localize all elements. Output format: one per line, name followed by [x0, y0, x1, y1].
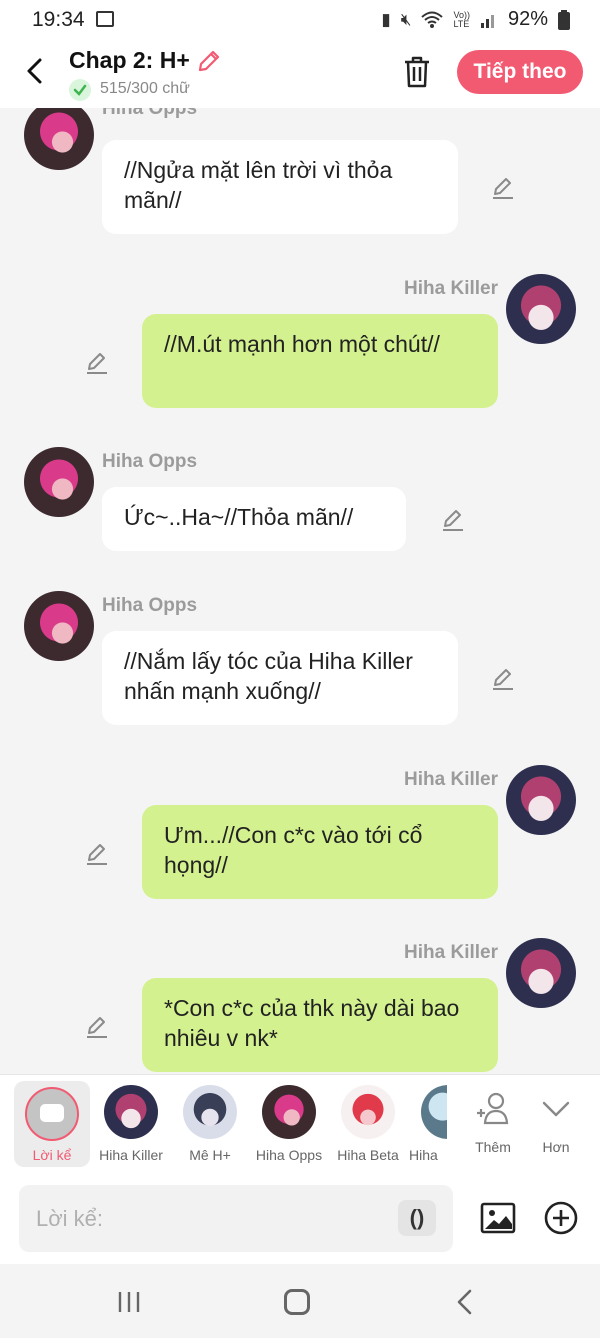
status-icons: ▮ 🔇︎ Vo)) LTE 92%: [381, 8, 570, 31]
edit-pencil-icon[interactable]: [440, 507, 466, 533]
image-icon[interactable]: [480, 1200, 516, 1236]
avatar-hiha-killer[interactable]: [506, 274, 576, 344]
composer: (): [0, 1176, 600, 1264]
gallery-icon: [96, 11, 114, 27]
character-avatar: [183, 1085, 237, 1139]
character-hiha-opps[interactable]: Hiha Opps: [249, 1083, 329, 1163]
character-bar: Lời kể Hiha Killer Mê H+ Hiha Opps Hiha …: [0, 1074, 600, 1176]
message-bubble[interactable]: //Nắm lấy tóc của Hiha Killer nhấn mạnh …: [102, 631, 458, 725]
character-avatar: [104, 1085, 158, 1139]
narration-input[interactable]: [19, 1185, 453, 1252]
sim-icon: ▮: [381, 9, 391, 29]
sender-name: Hiha Opps: [102, 595, 198, 616]
sender-name: Hiha Killer: [404, 278, 498, 299]
more-label: Hơn: [542, 1139, 570, 1155]
battery-icon: [558, 9, 570, 30]
status-time: 19:34: [32, 8, 85, 31]
nav-back-icon[interactable]: [455, 1288, 475, 1316]
recent-apps-icon[interactable]: [117, 1290, 141, 1314]
trash-icon[interactable]: [401, 55, 433, 89]
character-me-h[interactable]: Mê H+: [170, 1083, 250, 1163]
chapter-title: Chap 2: H+: [69, 47, 190, 73]
avatar-hiha-killer[interactable]: [506, 765, 576, 835]
character-hiha-beta[interactable]: Hiha Beta: [328, 1083, 408, 1163]
sender-name: Hiha Killer: [404, 942, 498, 963]
status-bar: 19:34 ▮ 🔇︎ Vo)) LTE 92%: [0, 0, 600, 40]
character-narrator[interactable]: Lời kể: [12, 1083, 92, 1163]
message-bubble[interactable]: //Ngửa mặt lên trời vì thỏa mãn//: [102, 140, 458, 234]
message-bubble[interactable]: //M.út mạnh hơn một chút//: [142, 314, 498, 408]
edit-pencil-icon[interactable]: [490, 666, 516, 692]
character-hiha[interactable]: Hiha: [407, 1083, 447, 1163]
volte-label: Vo)) LTE: [453, 9, 470, 29]
avatar-hiha-opps[interactable]: [24, 591, 94, 661]
sender-name: Hiha Opps: [102, 108, 198, 119]
narrator-icon: [25, 1087, 79, 1141]
character-label: Hiha Beta: [337, 1147, 399, 1163]
edit-pencil-icon[interactable]: [84, 1014, 110, 1040]
system-nav-bar: [0, 1264, 600, 1338]
word-count: 515/300 chữ: [100, 80, 190, 97]
paren-button[interactable]: (): [398, 1200, 436, 1236]
character-label: Hiha Opps: [255, 1147, 323, 1163]
edit-pencil-icon[interactable]: [490, 175, 516, 201]
message-bubble[interactable]: Ức~..Ha~//Thỏa mãn//: [102, 487, 406, 551]
edit-pencil-icon[interactable]: [84, 350, 110, 376]
wifi-icon: [421, 11, 444, 28]
more-button[interactable]: Hơn: [516, 1083, 596, 1155]
plus-circle-icon[interactable]: [543, 1200, 579, 1236]
character-avatar: [262, 1085, 316, 1139]
pencil-icon[interactable]: [196, 48, 222, 74]
avatar-hiha-opps[interactable]: [24, 108, 94, 170]
back-icon[interactable]: [20, 54, 50, 88]
mute-icon: 🔇︎: [400, 9, 412, 29]
add-person-icon: [477, 1092, 509, 1125]
signal-icon: [480, 14, 494, 28]
character-label: Hiha Killer: [99, 1147, 163, 1163]
top-app-bar: Chap 2: H+ 515/300 chữ Tiếp theo: [0, 40, 600, 108]
chevron-down-icon: [542, 1101, 570, 1117]
chat-list: Hiha Opps //Ngửa mặt lên trời vì thỏa mã…: [0, 108, 600, 1074]
character-label: Lời kể: [32, 1147, 72, 1163]
message-bubble[interactable]: *Con c*c của thk này dài bao nhiêu v nk*: [142, 978, 498, 1072]
character-avatar: [421, 1085, 447, 1139]
avatar-hiha-opps[interactable]: [24, 447, 94, 517]
sender-name: Hiha Opps: [102, 451, 198, 472]
character-label: Mê H+: [189, 1147, 231, 1163]
check-icon: [69, 79, 91, 101]
avatar-hiha-killer[interactable]: [506, 938, 576, 1008]
next-button[interactable]: Tiếp theo: [457, 50, 583, 94]
character-label: Hiha: [409, 1147, 438, 1163]
character-avatar: [341, 1085, 395, 1139]
sender-name: Hiha Killer: [404, 769, 498, 790]
battery-text: 92%: [507, 8, 548, 30]
character-hiha-killer[interactable]: Hiha Killer: [91, 1083, 171, 1163]
home-icon[interactable]: [284, 1289, 310, 1315]
message-bubble[interactable]: Ưm...//Con c*c vào tới cổ họng//: [142, 805, 498, 899]
edit-pencil-icon[interactable]: [84, 841, 110, 867]
